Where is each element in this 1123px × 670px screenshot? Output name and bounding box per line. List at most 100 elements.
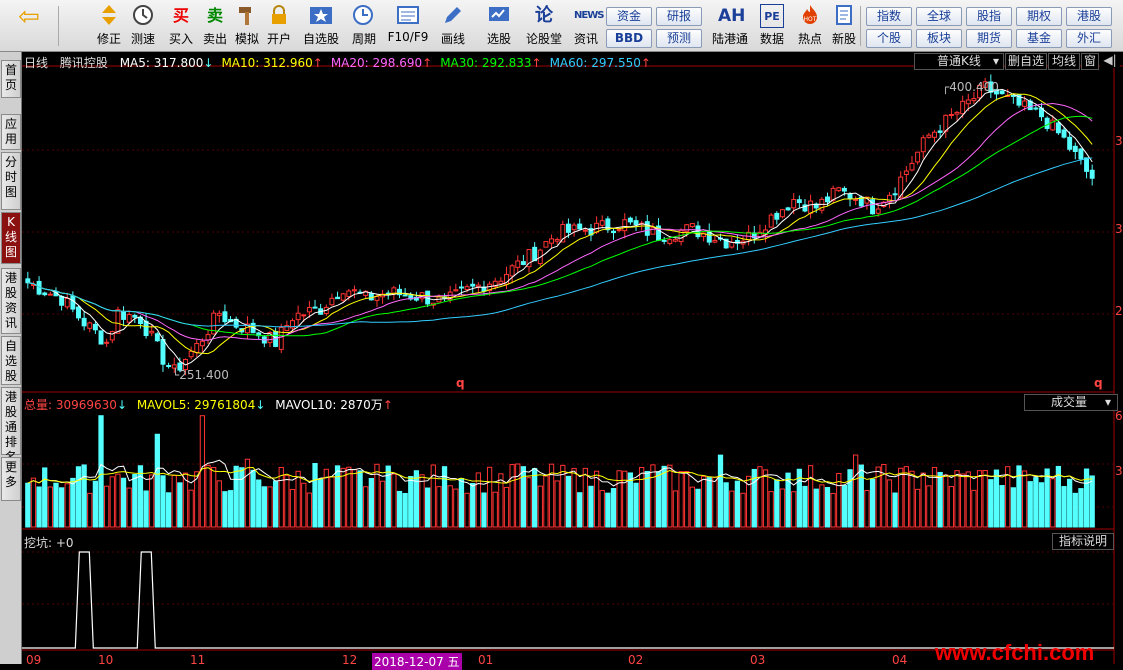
- date-tick-2: 11: [190, 653, 206, 667]
- toolbar-separator: [860, 6, 861, 46]
- volume-bar: [695, 488, 701, 528]
- date-tick-6: 02: [628, 653, 644, 667]
- side-tab-0[interactable]: 首页: [1, 60, 21, 98]
- volume-bar: [470, 483, 476, 528]
- side-tab-4[interactable]: 港股资讯: [1, 268, 21, 334]
- new-stock-button[interactable]: 新股: [828, 4, 860, 50]
- ma-setting-button[interactable]: 均线: [1048, 53, 1080, 70]
- volume-bar: [346, 466, 352, 528]
- market-tab-0-1[interactable]: 全球: [916, 7, 962, 26]
- stock-pick-button[interactable]: 选股: [478, 4, 520, 50]
- candle-body: [937, 130, 943, 133]
- candle-body: [582, 229, 588, 232]
- candle-body: [216, 312, 222, 316]
- candle-body: [470, 283, 476, 287]
- kline-chart-area[interactable]: 日线 腾讯控股 MA5: 317.800↓ MA10: 312.960↑ MA20:…: [22, 52, 1123, 670]
- hammer-icon: [235, 4, 259, 28]
- side-tab-1[interactable]: 应用: [1, 114, 21, 150]
- up-arrow-icon: ↑: [382, 398, 393, 412]
- up-arrow-icon: ↑: [531, 56, 542, 70]
- collapse-left-icon[interactable]: ◀|: [1100, 53, 1120, 68]
- candle-body: [892, 193, 898, 196]
- side-tab-2[interactable]: 分时图: [1, 152, 21, 210]
- draw-button[interactable]: 画线: [432, 4, 474, 50]
- candle-body: [475, 284, 481, 288]
- bbd-button[interactable]: BBD: [606, 29, 652, 48]
- market-tab-0-4[interactable]: 港股: [1066, 7, 1112, 26]
- window-button[interactable]: 窗: [1081, 53, 1099, 70]
- candle-body: [667, 239, 673, 244]
- hot-button[interactable]: HOT 热点: [794, 4, 826, 50]
- test-button[interactable]: 测速: [126, 4, 160, 50]
- volume-bar: [75, 466, 82, 528]
- simulate-button[interactable]: 模拟: [232, 4, 262, 50]
- period-button[interactable]: 周期: [344, 4, 384, 50]
- simulate-button-label: 模拟: [234, 32, 259, 46]
- market-tab-1-1[interactable]: 板块: [916, 29, 962, 48]
- volume-indicator-select[interactable]: 成交量 ▾: [1024, 394, 1118, 411]
- candle-body: [1067, 136, 1073, 150]
- volume-bar: [464, 492, 470, 528]
- candle-body: [1061, 129, 1067, 138]
- candle-body: [661, 239, 667, 242]
- candle-body: [126, 313, 132, 323]
- forum-button[interactable]: 论论股堂: [522, 4, 566, 50]
- research-button[interactable]: 研报: [656, 7, 702, 26]
- candle-body: [689, 223, 695, 228]
- data-button[interactable]: PE 数据: [756, 4, 788, 50]
- indicator-label: 挖坑: +0: [24, 536, 74, 550]
- volume-bar: [948, 486, 955, 528]
- candle-body: [960, 100, 966, 115]
- volume-bar: [971, 489, 977, 528]
- volume-bar: [413, 470, 420, 528]
- f10-button[interactable]: F10/F9: [386, 4, 430, 50]
- capital-button[interactable]: 资金: [606, 7, 652, 26]
- watchlist-button[interactable]: 自选股: [300, 4, 342, 50]
- candle-body: [971, 98, 977, 102]
- volume-bar: [306, 492, 313, 528]
- volume-bar: [244, 458, 251, 528]
- volume-bar: [926, 485, 932, 528]
- open-account-button[interactable]: 开户: [264, 4, 294, 50]
- volume-bar: [1078, 488, 1084, 528]
- remove-watchlist-button[interactable]: 删自选: [1005, 53, 1047, 70]
- high-price-value: 400.400: [949, 80, 999, 94]
- buy-button[interactable]: 买买入: [166, 4, 196, 50]
- volume-bar: [554, 480, 560, 528]
- modify-button[interactable]: 修正: [92, 4, 126, 50]
- volume-bar: [537, 485, 543, 528]
- market-tab-1-0[interactable]: 个股: [866, 29, 912, 48]
- indicator-explain-button[interactable]: 指标说明: [1052, 533, 1114, 550]
- chevron-down-icon: ▾: [992, 54, 999, 68]
- low-price-value: 251.400: [179, 368, 229, 382]
- back-button[interactable]: ⇦: [4, 4, 54, 50]
- market-tab-0-2[interactable]: 股指: [966, 7, 1012, 26]
- sell-button[interactable]: 卖卖出: [200, 4, 230, 50]
- market-tab-0-3[interactable]: 期权: [1016, 7, 1062, 26]
- date-tick-7: 03: [750, 653, 766, 667]
- kline-mode-select[interactable]: 普通K线 ▾: [914, 53, 1004, 70]
- side-tab-3[interactable]: K线图: [1, 212, 21, 264]
- market-tab-0-0[interactable]: 指数: [866, 7, 912, 26]
- volume-bar: [993, 469, 1000, 528]
- market-tab-1-3[interactable]: 基金: [1016, 29, 1062, 48]
- market-tab-1-4[interactable]: 外汇: [1066, 29, 1112, 48]
- side-tab-7[interactable]: 更多: [1, 457, 21, 501]
- side-tab-5[interactable]: 自选股: [1, 336, 21, 385]
- candle-body: [599, 220, 605, 226]
- volume-bar: [599, 490, 605, 528]
- volume-bar: [312, 462, 318, 528]
- candle-body: [515, 260, 521, 268]
- volume-bar: [391, 473, 397, 528]
- forecast-button[interactable]: 预测: [656, 29, 702, 48]
- kline-chart[interactable]: [22, 52, 1123, 664]
- volume-bar: [64, 483, 70, 528]
- volume-bar: [791, 491, 797, 528]
- hk-connect-button[interactable]: AH 陆港通: [708, 4, 752, 50]
- pencil-icon: [441, 4, 465, 28]
- side-tab-6[interactable]: 港股通排名: [1, 387, 21, 464]
- candle-body: [1022, 100, 1028, 107]
- candle-body: [825, 196, 830, 203]
- market-tab-1-2[interactable]: 期货: [966, 29, 1012, 48]
- news-button[interactable]: NEWS 资讯: [566, 4, 606, 50]
